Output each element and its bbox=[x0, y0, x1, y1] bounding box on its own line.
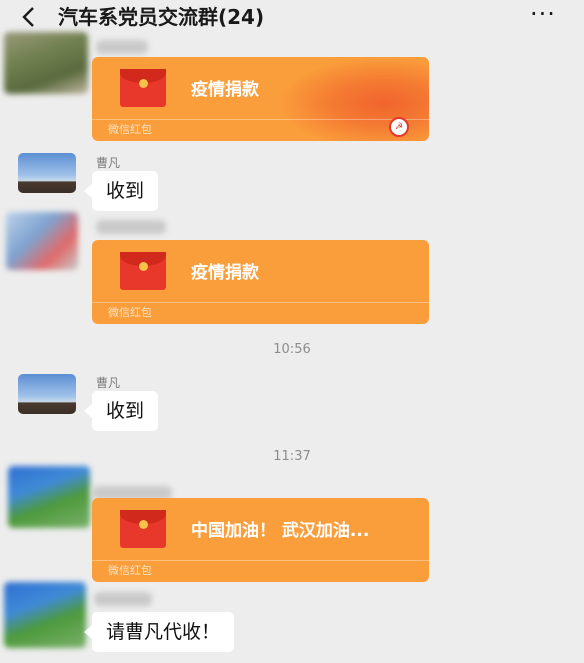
red-packet-icon bbox=[120, 69, 166, 107]
party-emblem-icon: ☭ bbox=[389, 117, 409, 137]
avatar[interactable] bbox=[4, 582, 86, 648]
text-message[interactable]: 收到 bbox=[83, 391, 159, 431]
red-packet-icon bbox=[120, 252, 166, 290]
chat-title: 汽车系党员交流群(24) bbox=[58, 5, 265, 29]
avatar[interactable] bbox=[6, 212, 78, 270]
chat-header: 汽车系党员交流群(24) ··· bbox=[0, 0, 584, 36]
sender-name-redacted bbox=[94, 592, 152, 606]
red-packet-title: 疫情捐款 bbox=[191, 80, 259, 100]
avatar[interactable] bbox=[4, 32, 88, 94]
red-packet-label: 微信红包 bbox=[108, 306, 152, 319]
timestamp: 10:56 bbox=[273, 342, 311, 357]
coin-icon bbox=[139, 262, 148, 271]
red-packet-label: 微信红包 bbox=[108, 564, 152, 577]
text-message[interactable]: 收到 bbox=[83, 171, 159, 211]
chevron-left-icon[interactable] bbox=[18, 4, 40, 30]
sender-name: 曹凡 bbox=[96, 156, 121, 170]
sender-name: 曹凡 bbox=[96, 376, 121, 390]
ellipsis-icon[interactable]: ··· bbox=[528, 2, 558, 26]
avatar[interactable] bbox=[8, 466, 90, 528]
divider bbox=[92, 560, 429, 561]
red-packet-title: 疫情捐款 bbox=[191, 263, 259, 283]
red-packet-label: 微信红包 bbox=[108, 123, 152, 136]
avatar[interactable] bbox=[18, 153, 76, 193]
timestamp: 11:37 bbox=[273, 449, 311, 464]
coin-icon bbox=[139, 79, 148, 88]
text-message[interactable]: 请曹凡代收！ bbox=[83, 612, 235, 652]
red-packet-title: 中国加油！ 武汉加油... bbox=[191, 521, 370, 541]
red-packet-message[interactable]: 疫情捐款 微信红包 bbox=[92, 240, 429, 324]
avatar[interactable] bbox=[18, 374, 76, 414]
coin-icon bbox=[139, 520, 148, 529]
red-packet-icon bbox=[120, 510, 166, 548]
sender-name-redacted bbox=[96, 220, 166, 234]
sender-name-redacted bbox=[96, 40, 148, 54]
red-packet-message[interactable]: 中国加油！ 武汉加油... 微信红包 bbox=[92, 498, 429, 582]
divider bbox=[92, 302, 429, 303]
divider bbox=[92, 119, 429, 120]
red-packet-message[interactable]: 疫情捐款 微信红包 ☭ bbox=[92, 57, 429, 141]
